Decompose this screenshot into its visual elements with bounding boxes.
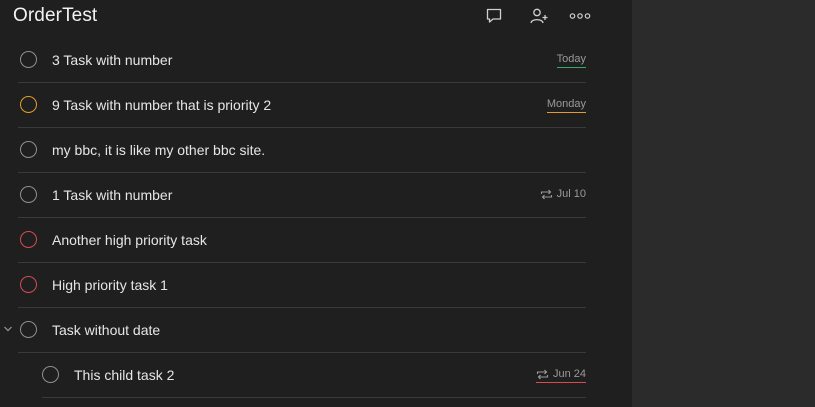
repeat-icon [540,189,552,199]
row-divider [42,397,586,398]
due-date: Jun 24 [535,368,586,383]
comment-button[interactable] [483,5,505,27]
due-date-text: Monday [546,98,586,110]
complete-checkbox[interactable] [20,276,37,293]
complete-checkbox[interactable] [20,96,37,113]
task-title: Task without date [52,322,161,338]
complete-checkbox[interactable] [42,366,59,383]
chevron-down-icon[interactable] [3,324,13,334]
due-date: Today [556,53,586,68]
task-row[interactable]: 1 Task with number Jul 10 [0,173,632,218]
task-row[interactable]: Task without date [0,308,632,353]
comment-icon [486,8,502,23]
task-title: This child task 2 [74,367,175,383]
task-row[interactable]: 3 Task with number Today [0,38,632,83]
task-row[interactable]: 9 Task with number that is priority 2 Mon… [0,83,632,128]
task-title: my bbc, it is like my other bbc site. [52,142,266,158]
repeat-icon [536,369,549,379]
complete-checkbox[interactable] [20,231,37,248]
list-header: OrderTest [0,0,632,36]
more-options-button[interactable] [569,5,591,27]
complete-checkbox[interactable] [20,186,37,203]
due-date-text: Jun 24 [552,368,586,380]
task-title: 3 Task with number [52,52,173,68]
subtask-row[interactable]: This child task 2 Jun 24 [0,353,632,398]
task-list-pane: OrderTest 3 Task with number Today 9 Tas… [0,0,632,407]
more-icon [569,13,591,19]
detail-panel [632,0,815,407]
complete-checkbox[interactable] [20,321,37,338]
add-person-icon [530,8,548,24]
task-title: High priority task 1 [52,277,168,293]
due-date: Monday [546,98,586,113]
app-window: OrderTest 3 Task with number Today 9 Tas… [0,0,815,407]
task-row[interactable]: my bbc, it is like my other bbc site. [0,128,632,173]
due-date: Jul 10 [540,188,586,202]
task-title: 1 Task with number [52,187,173,203]
share-list-button[interactable] [528,5,550,27]
list-title: OrderTest [13,5,98,26]
task-title: 9 Task with number that is priority 2 [52,97,272,113]
task-list: 3 Task with number Today 9 Task with numbe… [0,38,632,398]
due-date-text: Jul 10 [556,188,586,200]
complete-checkbox[interactable] [20,51,37,68]
due-date-text: Today [556,53,586,65]
task-title: Another high priority task [52,232,207,248]
task-row[interactable]: High priority task 1 [0,263,632,308]
complete-checkbox[interactable] [20,141,37,158]
task-row[interactable]: Another high priority task [0,218,632,263]
